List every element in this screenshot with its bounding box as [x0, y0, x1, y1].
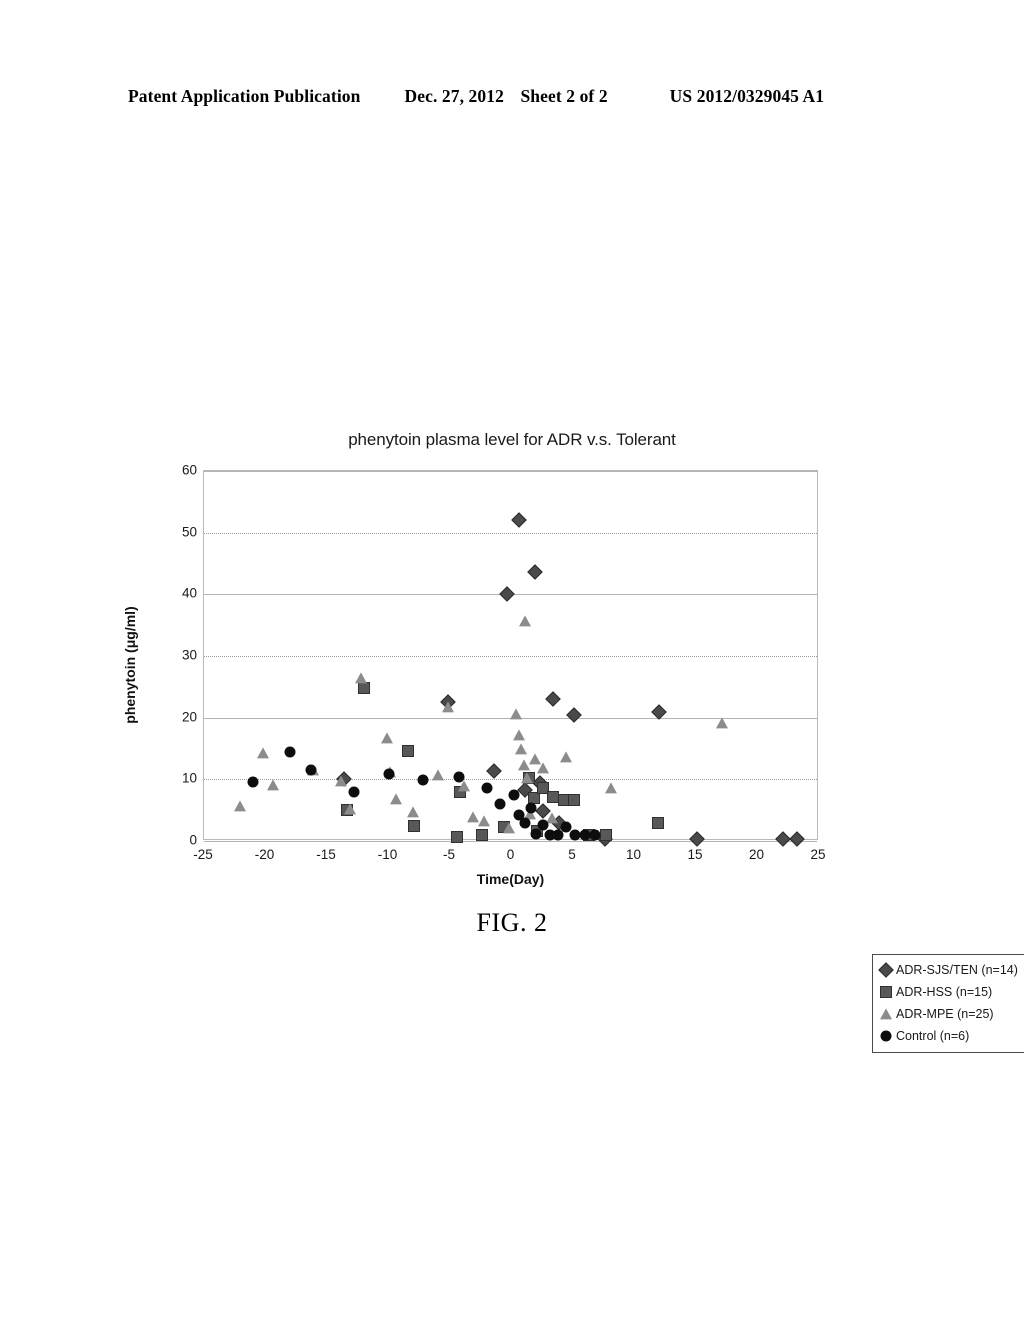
x-axis-title: Time(Day): [476, 871, 545, 887]
data-point: [559, 751, 572, 763]
x-tick-label: -25: [193, 847, 213, 862]
data-point: [498, 586, 515, 603]
x-tick-label: 25: [810, 847, 826, 862]
data-point: [257, 747, 270, 759]
data-point: [537, 762, 550, 774]
legend-item-sjs-ten: ADR-SJS/TEN (n=14): [878, 959, 1020, 981]
data-point: [560, 821, 572, 833]
y-tick-label: 60: [181, 462, 197, 478]
legend-item-hss: ADR-HSS (n=15): [879, 981, 1020, 1003]
data-point: [651, 817, 664, 830]
square-marker-icon: [879, 985, 893, 999]
data-point: [233, 800, 246, 812]
data-point: [305, 764, 317, 776]
x-tick-label: -15: [316, 847, 336, 862]
y-tick-label: 20: [181, 708, 197, 724]
gridline: [204, 841, 817, 842]
data-point: [381, 732, 394, 744]
data-point: [441, 701, 454, 713]
data-point: [407, 806, 420, 818]
x-tick-label: 5: [568, 847, 576, 862]
data-point: [503, 822, 516, 834]
data-point: [357, 682, 370, 695]
data-point: [519, 817, 531, 828]
x-tick-label: 15: [687, 847, 703, 862]
data-point: [510, 708, 523, 720]
data-point: [568, 794, 581, 807]
data-point: [715, 717, 728, 729]
data-point: [383, 768, 394, 780]
data-point: [566, 707, 582, 723]
y-tick-label: 30: [181, 647, 197, 663]
y-tick-label: 40: [181, 585, 197, 601]
data-point: [545, 691, 562, 707]
legend-label: Control (n=6): [896, 1029, 970, 1043]
data-point: [519, 615, 532, 627]
data-point: [494, 798, 506, 810]
data-point: [355, 672, 368, 684]
x-tick-label: -20: [254, 847, 275, 862]
data-point: [475, 828, 488, 841]
data-point: [511, 512, 527, 529]
data-point: [512, 729, 525, 741]
y-tick-label: 50: [181, 523, 197, 539]
data-point: [478, 815, 491, 827]
x-tick-label: -5: [442, 847, 455, 862]
data-point: [689, 831, 705, 847]
legend-item-control: Control (n=6): [879, 1025, 1020, 1047]
data-point: [508, 789, 520, 801]
gridline: [204, 656, 817, 657]
data-point: [530, 828, 542, 840]
triangle-marker-icon: [879, 1007, 893, 1021]
data-point: [481, 782, 493, 794]
data-point: [521, 772, 534, 784]
data-point: [284, 746, 296, 758]
data-point: [486, 763, 503, 780]
y-tick-label: 10: [181, 770, 197, 786]
data-point: [451, 830, 464, 843]
data-point: [389, 793, 402, 805]
data-point: [515, 743, 528, 755]
data-point: [600, 829, 613, 842]
data-point: [527, 563, 543, 580]
gridline: [204, 779, 817, 781]
data-point: [589, 829, 601, 841]
data-point: [453, 771, 465, 783]
x-tick-label: 10: [625, 847, 642, 862]
plot-area: ADR-SJS/TEN (n=14) ADR-HSS (n=15) ADR-MP…: [203, 470, 1024, 1053]
data-point: [266, 778, 279, 790]
y-axis-title: phenytoin (μg/ml): [122, 606, 138, 724]
legend-label: ADR-MPE (n=25): [896, 1007, 994, 1021]
y-axis-tick-labels: 0 10 20 30 40 50 60: [155, 463, 197, 846]
data-point: [247, 776, 259, 788]
data-point: [431, 769, 444, 781]
circle-marker-icon: [879, 1029, 893, 1043]
data-point: [789, 831, 805, 847]
legend-label: ADR-SJS/TEN (n=14): [896, 963, 1018, 977]
gridline: [204, 471, 817, 472]
x-tick-label: -10: [377, 847, 398, 862]
figure-2: phenytoin plasma level for ADR v.s. Tole…: [0, 0, 1024, 1320]
x-tick-label: 20: [748, 847, 765, 862]
data-point: [417, 774, 429, 786]
y-tick-label: 0: [189, 832, 197, 848]
data-point: [344, 802, 357, 814]
chart-title: phenytoin plasma level for ADR v.s. Tole…: [348, 430, 676, 449]
legend-label: ADR-HSS (n=15): [896, 985, 993, 999]
diamond-marker-icon: [878, 962, 894, 978]
data-point: [348, 786, 360, 798]
data-point: [408, 820, 421, 833]
x-axis-tick-labels: -25 -20 -15 -10 -5 0 5 10 15 20 25: [193, 847, 825, 868]
figure-caption: FIG. 2: [476, 908, 548, 937]
data-point: [402, 744, 415, 757]
x-tick-label: 0: [506, 847, 515, 862]
data-point: [525, 802, 537, 814]
chart-legend: ADR-SJS/TEN (n=14) ADR-HSS (n=15) ADR-MP…: [872, 954, 1024, 1053]
data-point: [334, 775, 347, 787]
data-point: [605, 782, 618, 794]
gridline: [204, 532, 817, 534]
legend-item-mpe: ADR-MPE (n=25): [879, 1003, 1020, 1025]
